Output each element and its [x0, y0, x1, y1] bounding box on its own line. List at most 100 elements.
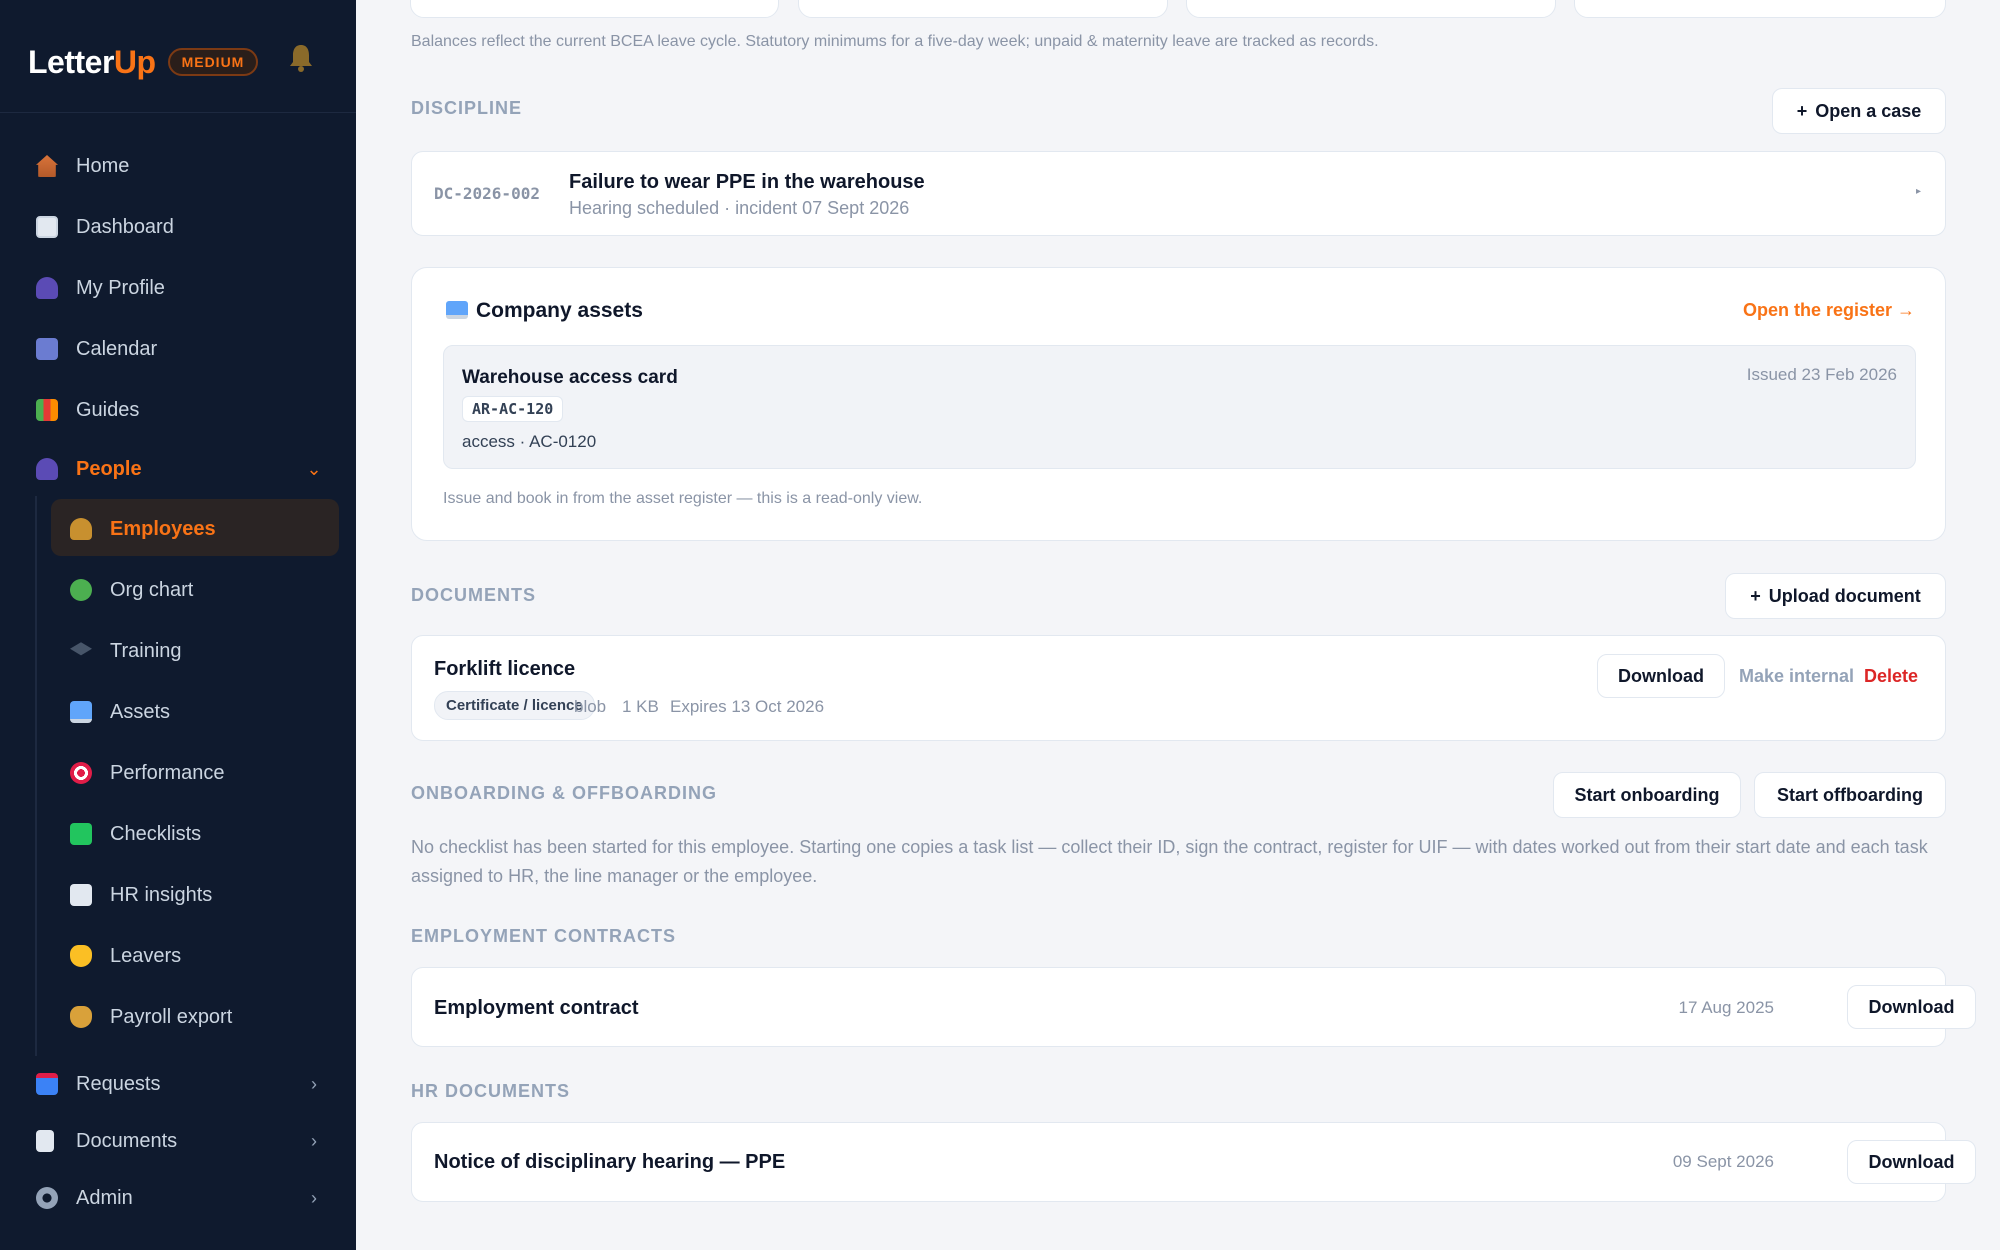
leave-card — [410, 0, 779, 18]
documents-title: DOCUMENTS — [411, 585, 536, 605]
tree-icon — [70, 579, 92, 601]
nav-org-chart[interactable]: Org chart — [70, 570, 193, 610]
books-icon — [36, 399, 58, 421]
onboarding-description: No checklist has been started for this e… — [411, 837, 1928, 886]
nav-documents-label: Documents — [76, 1129, 178, 1152]
chevron-down-icon[interactable]: ⌄ — [306, 460, 322, 478]
upload-document-label: Upload document — [1768, 585, 1921, 606]
contract-date: 17 Aug 2025 — [1678, 998, 1774, 1017]
asset-name: Warehouse access card — [462, 367, 678, 388]
download-button[interactable]: Download — [1847, 985, 1976, 1029]
plus-icon: + — [1750, 585, 1761, 606]
nav-org-chart-label: Org chart — [110, 578, 194, 601]
employee-icon — [70, 518, 92, 540]
hr-document-name: Notice of disciplinary hearing — PPE — [434, 1151, 786, 1173]
money-bag-icon — [70, 1006, 92, 1028]
asset-tag: AR-AC-120 — [462, 396, 564, 422]
nav-guides[interactable]: Guides — [36, 390, 139, 430]
caret-right-icon: ▸ — [1915, 186, 1921, 197]
delete-link[interactable]: Delete — [1864, 666, 1918, 687]
contracts-title: EMPLOYMENT CONTRACTS — [411, 926, 676, 946]
chevron-right-icon[interactable]: › — [306, 1189, 322, 1207]
nav-checklists[interactable]: Checklists — [70, 814, 201, 854]
discipline-case-row[interactable]: DC-2026-002 Failure to wear PPE in the w… — [411, 151, 1946, 236]
document-expiry: Expires 13 Oct 2026 — [670, 697, 825, 716]
document-storage: blob — [574, 697, 607, 716]
nav-calendar[interactable]: Calendar — [36, 329, 157, 369]
document-row: Forklift licence Certificate / licence b… — [411, 635, 1946, 741]
download-button[interactable]: Download — [1847, 1140, 1976, 1184]
open-register-link[interactable]: Open the register → — [1743, 300, 1915, 321]
brand-logo[interactable]: LetterUp MEDIUM — [28, 40, 259, 84]
upload-document-button[interactable]: + Upload document — [1725, 573, 1946, 619]
onboarding-title: ONBOARDING & OFFBOARDING — [411, 783, 717, 803]
nav-training[interactable]: Training — [70, 631, 182, 671]
brand-name-1: Letter — [28, 43, 114, 80]
document-name: Forklift licence — [434, 658, 576, 680]
person-icon — [36, 277, 58, 299]
graduation-cap-icon — [70, 642, 92, 656]
document-type-badge: Certificate / licence — [434, 691, 595, 720]
asset-meta: access · AC-0120 — [462, 432, 597, 451]
nav-home[interactable]: Home — [36, 146, 129, 186]
case-subtitle: Hearing scheduled · incident 07 Sept 202… — [569, 198, 910, 218]
nav-training-label: Training — [110, 639, 182, 662]
download-label: Download — [1868, 996, 1955, 1017]
nav-hr-insights-label: HR insights — [110, 883, 213, 906]
open-case-button[interactable]: + Open a case — [1772, 88, 1946, 134]
chevron-right-icon[interactable]: › — [306, 1132, 322, 1150]
start-offboarding-button[interactable]: Start offboarding — [1754, 772, 1946, 818]
plus-icon: + — [1796, 100, 1808, 121]
plan-badge: MEDIUM — [167, 48, 259, 76]
nav-guides-label: Guides — [76, 398, 140, 421]
nav-hr-insights[interactable]: HR insights — [70, 875, 212, 915]
nav-payroll-export[interactable]: Payroll export — [70, 997, 232, 1037]
nav-checklists-label: Checklists — [110, 822, 202, 845]
open-case-label: Open a case — [1815, 100, 1922, 121]
trend-chart-icon — [70, 884, 92, 906]
nav-leavers-label: Leavers — [110, 944, 182, 967]
bar-chart-icon — [36, 216, 58, 238]
laptop-icon — [446, 301, 468, 319]
gear-icon — [36, 1187, 58, 1209]
nav-profile[interactable]: My Profile — [36, 268, 165, 308]
nav-leavers[interactable]: Leavers — [70, 936, 181, 976]
nav-admin[interactable]: Admin — [36, 1178, 133, 1218]
nav-documents[interactable]: Documents — [36, 1121, 177, 1161]
asset-item[interactable]: Warehouse access card AR-AC-120 access ·… — [443, 345, 1916, 469]
nav-assets-label: Assets — [110, 700, 171, 723]
brand-name-2: Up — [113, 43, 156, 80]
hr-documents-title: HR DOCUMENTS — [411, 1081, 570, 1101]
nav-people-label: People — [76, 457, 142, 480]
people-icon — [36, 458, 58, 480]
nav-people[interactable]: People — [36, 449, 142, 489]
checkmark-icon — [70, 823, 92, 845]
nav-calendar-label: Calendar — [76, 337, 158, 360]
chevron-right-icon[interactable]: › — [306, 1075, 322, 1093]
start-onboarding-button[interactable]: Start onboarding — [1553, 772, 1741, 818]
company-assets-card: Company assets Open the register → Wareh… — [411, 267, 1946, 541]
leave-card — [798, 0, 1168, 18]
nav-assets[interactable]: Assets — [70, 692, 170, 732]
case-title: Failure to wear PPE in the warehouse — [569, 171, 925, 193]
start-onboarding-label: Start onboarding — [1574, 784, 1720, 805]
house-icon — [36, 155, 58, 177]
assets-note: Issue and book in from the asset registe… — [443, 490, 923, 507]
download-button[interactable]: Download — [1597, 654, 1725, 698]
nav-home-label: Home — [76, 154, 130, 177]
main-content: Balances reflect the current BCEA leave … — [356, 0, 2000, 1250]
nav-payroll-export-label: Payroll export — [110, 1005, 233, 1028]
nav-performance[interactable]: Performance — [70, 753, 225, 793]
make-internal-link[interactable]: Make internal — [1739, 666, 1854, 687]
nav-employees[interactable]: Employees — [70, 509, 216, 549]
notification-bell-icon[interactable] — [288, 42, 314, 72]
waving-hand-icon — [70, 945, 92, 967]
contract-name: Employment contract — [434, 997, 639, 1019]
leave-note: Balances reflect the current BCEA leave … — [411, 33, 1379, 50]
target-icon — [70, 762, 92, 784]
assets-title: Company assets — [476, 299, 643, 322]
nav-dashboard[interactable]: Dashboard — [36, 207, 174, 247]
nav-requests[interactable]: Requests — [36, 1064, 161, 1104]
nav-profile-label: My Profile — [76, 276, 165, 299]
case-id: DC-2026-002 — [434, 184, 540, 203]
